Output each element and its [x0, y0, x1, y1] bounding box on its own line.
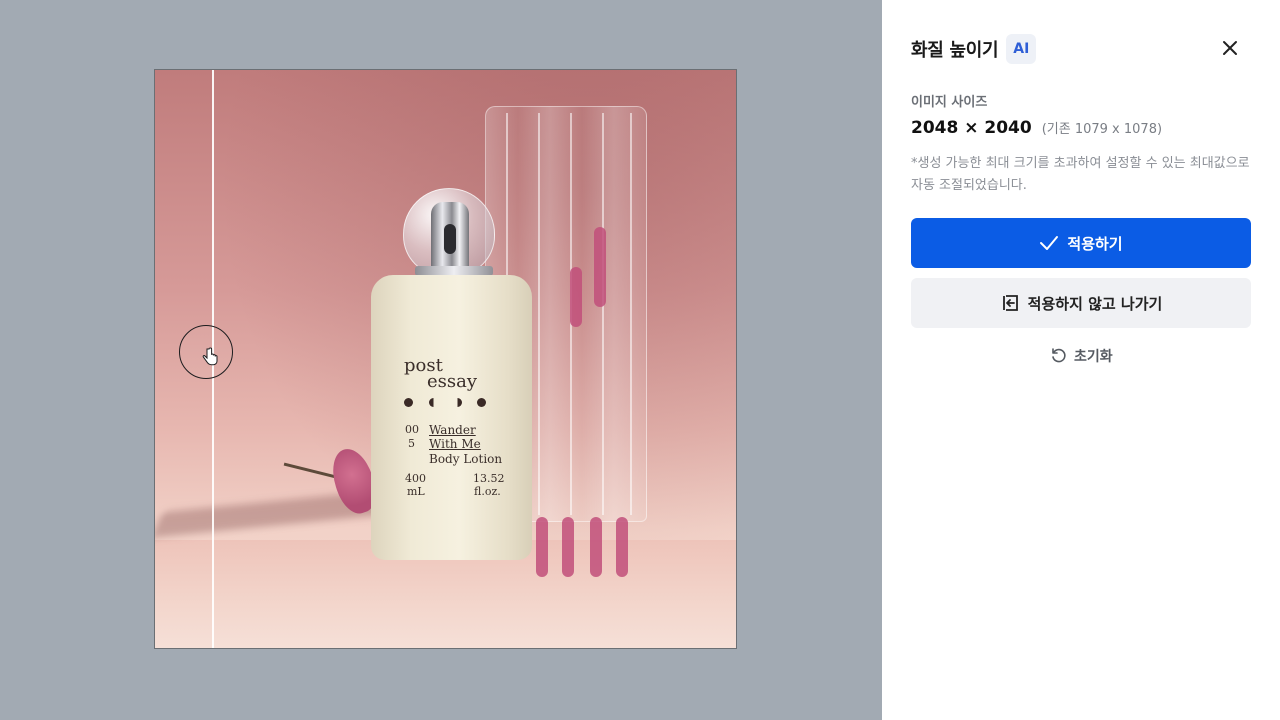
- exit-without-apply-button[interactable]: 적용하지 않고 나가기: [911, 278, 1251, 328]
- exit-button-label: 적용하지 않고 나가기: [1027, 294, 1163, 313]
- panel-title: 화질 높이기: [911, 40, 999, 61]
- volume-oz: 13.52: [473, 472, 505, 485]
- product-name-line1: Wander: [429, 423, 476, 437]
- enhance-panel: 화질 높이기 AI 이미지 사이즈 2048 × 2040 (기존 1079 x…: [882, 0, 1280, 720]
- unit-ml: mL: [407, 485, 425, 498]
- ai-badge: AI: [1006, 34, 1037, 64]
- vase-flower-reflection: [536, 517, 548, 577]
- lotion-bottle: post essay 00 5 Wander With Me Body Loti…: [371, 275, 532, 560]
- check-icon: [1040, 236, 1059, 250]
- apply-button[interactable]: 적용하기: [911, 218, 1251, 268]
- unit-oz: fl.oz.: [474, 485, 501, 498]
- canvas-area: post essay 00 5 Wander With Me Body Loti…: [0, 0, 882, 720]
- output-size: 2048 × 2040: [911, 118, 1032, 138]
- vase-rib: [538, 113, 540, 515]
- apply-button-label: 적용하기: [1067, 234, 1123, 253]
- bottle-cap-metal: [431, 202, 469, 274]
- brand-half-dot: [429, 398, 438, 407]
- vase-rib: [630, 113, 632, 515]
- reset-button[interactable]: 초기화: [1050, 346, 1113, 366]
- volume-ml: 400: [405, 472, 426, 485]
- panel-header: 화질 높이기 AI: [911, 34, 1037, 64]
- product-number-top: 00: [405, 423, 419, 436]
- brand-half-dot: [453, 398, 462, 407]
- image-size-label: 이미지 사이즈: [911, 95, 988, 110]
- vase-flower-reflection: [594, 227, 606, 307]
- reset-icon: [1052, 348, 1066, 363]
- vase-flower-reflection: [616, 517, 628, 577]
- size-row: 2048 × 2040 (기존 1079 x 1078): [911, 118, 1162, 138]
- product-name-line3: Body Lotion: [429, 452, 503, 466]
- cap-hole: [444, 224, 456, 254]
- hand-pointer-icon: [202, 347, 218, 366]
- brand-dot: [404, 398, 413, 407]
- brand-dot: [477, 398, 486, 407]
- exit-icon: [1002, 295, 1018, 311]
- original-size: (기존 1079 x 1078): [1041, 122, 1163, 137]
- close-icon[interactable]: [1218, 36, 1242, 60]
- product-name-line2: With Me: [429, 437, 481, 451]
- vase-flower-reflection: [562, 517, 574, 577]
- product-number-bottom: 5: [408, 437, 415, 450]
- vase-flower-reflection: [590, 517, 602, 577]
- vase-flower-reflection: [570, 267, 582, 327]
- brand-line2: essay: [427, 371, 478, 392]
- vase-rib: [602, 113, 604, 515]
- preview-image[interactable]: post essay 00 5 Wander With Me Body Loti…: [154, 69, 737, 649]
- reset-label: 초기화: [1074, 349, 1113, 365]
- size-note: *생성 가능한 최대 크기를 초과하여 설정할 수 있는 최대값으로 자동 조절…: [911, 156, 1250, 193]
